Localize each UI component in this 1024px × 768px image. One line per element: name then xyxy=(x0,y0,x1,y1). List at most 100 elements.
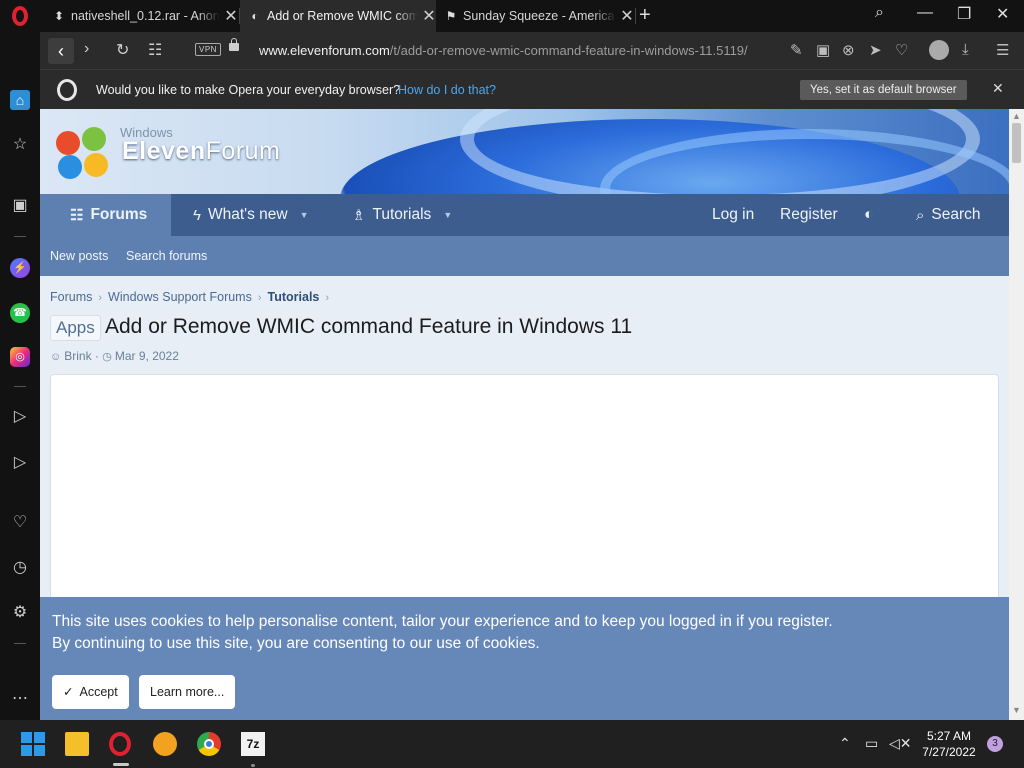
camera-icon[interactable]: ▣ xyxy=(816,41,830,59)
search-icon: ⌕ xyxy=(916,206,925,224)
subnav-new-posts[interactable]: New posts xyxy=(50,249,108,263)
whatsapp-icon[interactable]: ☎ xyxy=(10,303,30,323)
nav-search-label: Search xyxy=(931,206,981,223)
adblock-icon[interactable]: ⊗ xyxy=(842,41,855,59)
seven-zip-icon[interactable]: 7z xyxy=(241,732,265,756)
system-clock[interactable]: 5:27 AM 7/27/2022 xyxy=(916,728,982,760)
open-app-indicator xyxy=(251,764,255,767)
opera-taskbar-icon[interactable] xyxy=(109,732,131,756)
tab-label: Add or Remove WMIC com xyxy=(267,9,418,23)
check-icon: ✓ xyxy=(63,685,74,699)
breadcrumb-tutorials[interactable]: Tutorials xyxy=(268,290,320,304)
settings-icon[interactable]: ⚙ xyxy=(10,603,30,623)
default-browser-prompt: Would you like to make Opera your everyd… xyxy=(40,69,1024,109)
nav-search[interactable]: ⌕ Search xyxy=(916,194,981,236)
breadcrumb-windows-support[interactable]: Windows Support Forums xyxy=(108,290,252,304)
heart-icon[interactable]: ♡ xyxy=(10,513,30,533)
more-icon[interactable]: ⋯ xyxy=(10,689,30,709)
nav-login[interactable]: Log in xyxy=(712,194,754,236)
subnav-search-forums[interactable]: Search forums xyxy=(126,249,207,263)
nav-forums[interactable]: ☷ Forums xyxy=(40,194,171,236)
address-field[interactable]: www.elevenforum.com/t/add-or-remove-wmic… xyxy=(259,43,748,58)
star-icon[interactable]: ☆ xyxy=(10,135,30,155)
wallet-icon[interactable]: ▣ xyxy=(10,196,30,216)
thread-prefix-badge[interactable]: Apps xyxy=(50,315,101,341)
chrome-icon[interactable] xyxy=(197,732,221,756)
forward-icon[interactable]: › xyxy=(84,40,89,58)
thread-author[interactable]: Brink xyxy=(64,349,91,363)
file-explorer-icon[interactable] xyxy=(65,732,89,756)
new-tab-icon[interactable]: + xyxy=(639,4,651,27)
vpn-badge[interactable]: VPN xyxy=(195,43,221,56)
send-icon[interactable]: ▷ xyxy=(10,453,30,473)
elevenforum-favicon: ◐ xyxy=(251,9,259,23)
address-toolbar: ‹ › ↻ ☷ VPN www.elevenforum.com/t/add-or… xyxy=(40,32,1024,69)
volume-mute-icon[interactable]: ◁✕ xyxy=(889,735,912,752)
notification-badge[interactable]: 3 xyxy=(987,736,1003,752)
chevron-up-icon[interactable]: ⌃ xyxy=(839,735,851,752)
page-scrollbar[interactable]: ▲ ▼ xyxy=(1009,109,1024,720)
nav-register[interactable]: Register xyxy=(780,194,838,236)
send-to-flow-icon[interactable]: ➤ xyxy=(869,41,882,59)
tab-separator xyxy=(635,8,636,24)
accept-cookies-button[interactable]: ✓ Accept xyxy=(52,675,129,709)
user-icon: ☺ xyxy=(50,351,62,363)
flag-favicon: ⚑ xyxy=(445,9,457,23)
scroll-up-icon[interactable]: ▲ xyxy=(1012,111,1021,121)
opera-sidebar: ⌂ ☆ ▣ ⚡ ☎ ◎ ▷ ▷ ♡ ◷ ⚙ ⋯ xyxy=(0,32,40,720)
player-icon[interactable]: ▷ xyxy=(10,407,30,427)
comments-icon: ☷ xyxy=(70,207,84,224)
home-icon[interactable]: ⌂ xyxy=(10,90,30,110)
opera-logo-icon xyxy=(57,79,77,101)
messenger-icon[interactable]: ⚡ xyxy=(10,258,30,278)
learn-more-button[interactable]: Learn more... xyxy=(139,675,236,709)
nav-tutorials[interactable]: ♗ Tutorials ▼ xyxy=(352,194,452,236)
chevron-down-icon[interactable]: ▼ xyxy=(300,210,309,220)
restore-icon[interactable]: ❐ xyxy=(957,4,971,24)
tab-nativeshell[interactable]: ⬍ nativeshell_0.12.rar - Anon ✕ xyxy=(48,0,238,32)
site-logo-icon[interactable] xyxy=(56,127,110,181)
bolt-icon: ϟ xyxy=(193,206,201,224)
tab-wmic-article[interactable]: ◐ Add or Remove WMIC com ✕ xyxy=(240,0,436,32)
scrollbar-thumb[interactable] xyxy=(1012,123,1021,163)
web-page: Windows ElevenForum ☷ Forums ϟ What's ne… xyxy=(40,109,1009,720)
edit-icon[interactable]: ✎ xyxy=(790,41,803,59)
nav-register-label: Register xyxy=(780,206,838,223)
nav-whats-new[interactable]: ϟ What's new ▼ xyxy=(193,194,309,236)
clock-icon: ◷ xyxy=(102,351,112,363)
network-icon[interactable]: ▭ xyxy=(865,735,878,752)
cookie-text: This site uses cookies to help personali… xyxy=(52,611,992,655)
instagram-icon[interactable]: ◎ xyxy=(10,347,30,367)
nav-login-label: Log in xyxy=(712,206,755,223)
opera-menu-icon[interactable] xyxy=(12,6,28,26)
chevron-down-icon[interactable]: ▼ xyxy=(443,210,452,220)
breadcrumb-forums[interactable]: Forums xyxy=(50,290,92,304)
profile-avatar[interactable] xyxy=(929,40,949,60)
nav-tutorials-label: Tutorials xyxy=(372,206,432,223)
bookmark-heart-icon[interactable]: ♡ xyxy=(895,41,908,59)
scroll-down-icon[interactable]: ▼ xyxy=(1012,705,1021,715)
speed-dial-icon[interactable]: ☷ xyxy=(148,40,162,60)
download-icon[interactable]: ⤓ xyxy=(962,41,969,58)
close-tab-icon[interactable]: ✕ xyxy=(620,6,634,26)
tab-search-icon[interactable]: ⌕ xyxy=(875,4,884,22)
easy-setup-icon[interactable]: ☰ xyxy=(996,41,1009,59)
theme-toggle-icon[interactable]: ◐ xyxy=(864,194,873,236)
minimize-icon[interactable]: — xyxy=(917,4,933,22)
history-icon[interactable]: ◷ xyxy=(10,558,30,578)
close-prompt-icon[interactable]: ✕ xyxy=(992,80,1004,97)
close-tab-icon[interactable]: ✕ xyxy=(422,6,436,26)
close-tab-icon[interactable]: ✕ xyxy=(224,6,238,26)
set-default-button[interactable]: Yes, set it as default browser xyxy=(800,80,967,100)
thread-date[interactable]: Mar 9, 2022 xyxy=(115,349,179,363)
accept-label: Accept xyxy=(79,685,118,699)
brave-icon[interactable] xyxy=(153,732,177,756)
how-do-i-link[interactable]: How do I do that? xyxy=(398,83,496,97)
start-button[interactable] xyxy=(21,732,45,756)
tab-sunday-squeeze[interactable]: ⚑ Sunday Squeeze - America ✕ xyxy=(440,0,634,32)
brand-name[interactable]: ElevenForum xyxy=(122,137,280,166)
lock-icon[interactable] xyxy=(229,38,239,51)
back-button[interactable]: ‹ xyxy=(48,38,74,64)
close-window-icon[interactable]: ✕ xyxy=(996,4,1009,24)
reload-icon[interactable]: ↻ xyxy=(116,40,129,60)
